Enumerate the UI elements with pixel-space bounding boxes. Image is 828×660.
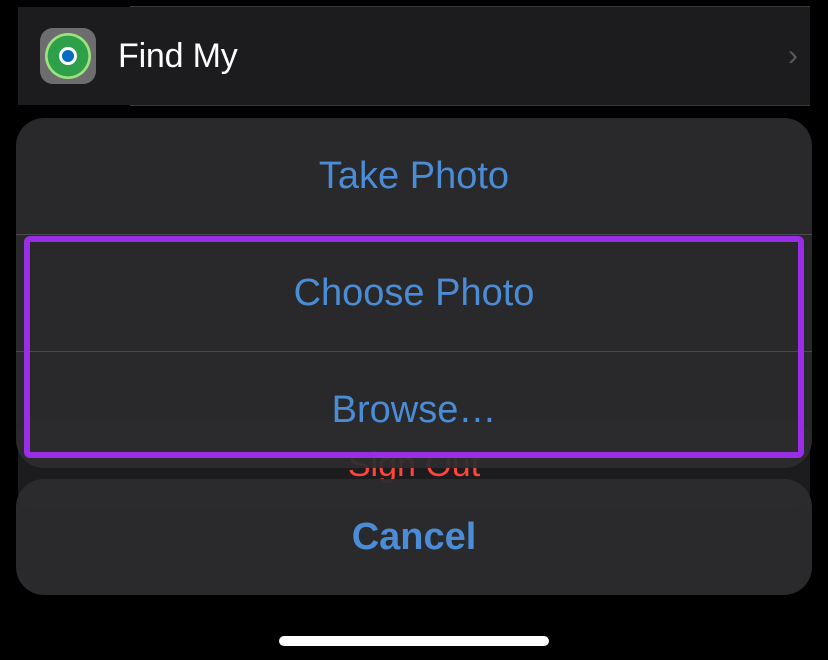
browse-option[interactable]: Browse…	[16, 352, 812, 468]
settings-row-find-my[interactable]: Find My ›	[18, 7, 810, 105]
cancel-label: Cancel	[352, 516, 477, 559]
photo-source-action-sheet: Take Photo Choose Photo Browse…	[16, 118, 812, 468]
take-photo-label: Take Photo	[319, 155, 509, 198]
chevron-right-icon: ›	[788, 39, 798, 73]
cancel-button[interactable]: Cancel	[16, 479, 812, 595]
list-separator	[130, 105, 810, 106]
home-indicator[interactable]	[279, 636, 549, 646]
find-my-icon	[40, 28, 96, 84]
browse-label: Browse…	[332, 389, 497, 432]
choose-photo-label: Choose Photo	[294, 272, 535, 315]
settings-row-label: Find My	[118, 37, 788, 76]
take-photo-option[interactable]: Take Photo	[16, 118, 812, 234]
choose-photo-option[interactable]: Choose Photo	[16, 235, 812, 351]
